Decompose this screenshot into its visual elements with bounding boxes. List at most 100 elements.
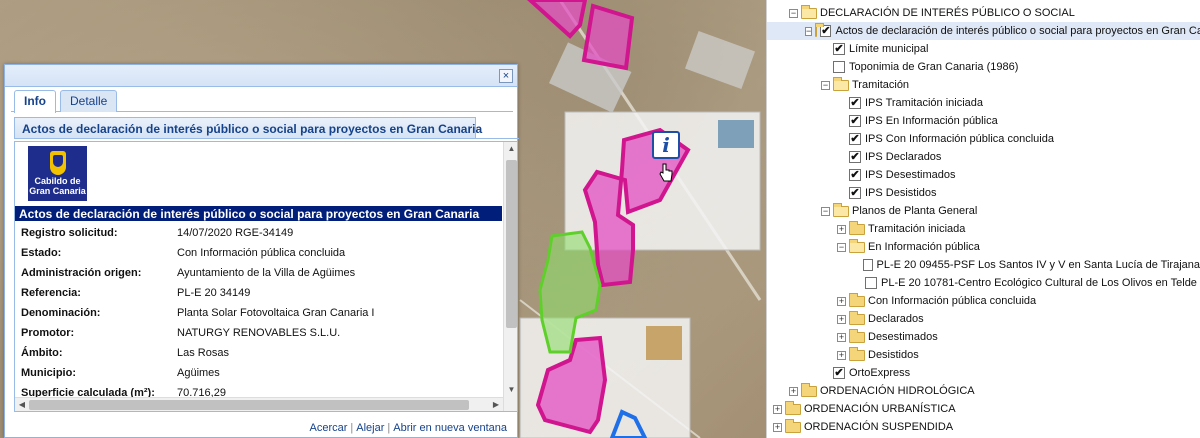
layer-checkbox[interactable]: ✔ bbox=[833, 367, 845, 379]
tree-node-label[interactable]: Desistidos bbox=[868, 349, 919, 361]
attribute-table: Registro solicitud: 14/07/2020 RGE-34149 E… bbox=[15, 222, 502, 402]
tree-folder-node[interactable]: + ORDENACIÓN URBANÍSTICA bbox=[767, 400, 1200, 418]
layer-checkbox[interactable]: ✔ bbox=[833, 43, 845, 55]
collapse-icon[interactable]: − bbox=[821, 206, 830, 216]
tree-layer-node[interactable]: ✔ IPS Tramitación iniciada bbox=[767, 94, 1200, 112]
layer-checkbox[interactable] bbox=[833, 61, 845, 73]
collapse-icon[interactable]: − bbox=[837, 242, 846, 252]
tree-node-label[interactable]: OrtoExpress bbox=[849, 367, 910, 379]
tree-folder-node[interactable]: + Desestimados bbox=[767, 328, 1200, 346]
tree-node-label[interactable]: IPS Con Información pública concluida bbox=[865, 133, 1054, 145]
tree-node-label[interactable]: ORDENACIÓN URBANÍSTICA bbox=[804, 403, 956, 415]
open-new-window-link[interactable]: Abrir en nueva ventana bbox=[393, 422, 507, 434]
tree-node-label[interactable]: En Información pública bbox=[868, 241, 980, 253]
tree-node-label[interactable]: Planos de Planta General bbox=[852, 205, 977, 217]
layer-checkbox[interactable] bbox=[862, 259, 873, 271]
tree-folder-node[interactable]: + Declarados bbox=[767, 310, 1200, 328]
layer-checkbox[interactable]: ✔ bbox=[849, 151, 861, 163]
record-title: Actos de declaración de interés público … bbox=[15, 206, 502, 221]
tree-node-label[interactable]: Límite municipal bbox=[849, 43, 928, 55]
tree-node-label[interactable]: IPS Declarados bbox=[865, 151, 941, 163]
tree-node-label[interactable]: PL-E 20 10781-Centro Ecológico Cultural … bbox=[881, 277, 1197, 289]
layer-subtab[interactable]: Actos de declaración de interés público … bbox=[14, 117, 482, 139]
collapse-icon[interactable]: − bbox=[789, 8, 798, 18]
collapse-icon[interactable]: − bbox=[821, 80, 830, 90]
tree-folder-node[interactable]: − Tramitación bbox=[767, 76, 1200, 94]
tree-folder-node[interactable]: + ORDENACIÓN SUSPENDIDA bbox=[767, 418, 1200, 436]
tree-node-label[interactable]: Declarados bbox=[868, 313, 924, 325]
vertical-scroll-thumb[interactable] bbox=[506, 160, 517, 328]
folder-open-icon bbox=[801, 4, 817, 19]
tree-node-label[interactable]: IPS Desestimados bbox=[865, 169, 955, 181]
collapse-icon[interactable]: − bbox=[805, 26, 813, 36]
tree-layer-node[interactable]: ✔ IPS Desestimados bbox=[767, 166, 1200, 184]
scroll-down-icon[interactable]: ▼ bbox=[504, 383, 517, 397]
tree-folder-node[interactable]: + ORDENACIÓN HIDROLÓGICA bbox=[767, 382, 1200, 400]
layer-checkbox[interactable] bbox=[865, 277, 877, 289]
tree-layer-node[interactable]: ✔ OrtoExpress bbox=[767, 364, 1200, 382]
tree-node-label[interactable]: Toponimia de Gran Canaria (1986) bbox=[849, 61, 1018, 73]
expand-icon[interactable]: + bbox=[837, 296, 846, 306]
scroll-up-icon[interactable]: ▲ bbox=[504, 142, 517, 156]
zoom-out-link[interactable]: Alejar bbox=[356, 422, 384, 434]
vertical-scrollbar[interactable]: ▲ ▼ bbox=[503, 142, 517, 411]
tree-node-label[interactable]: ORDENACIÓN SUSPENDIDA bbox=[804, 421, 953, 433]
layer-checkbox[interactable]: ✔ bbox=[849, 115, 861, 127]
expand-icon[interactable]: + bbox=[837, 314, 846, 324]
attribute-key: Referencia: bbox=[21, 287, 81, 299]
layer-checkbox[interactable]: ✔ bbox=[849, 187, 861, 199]
layer-checkbox[interactable]: ✔ bbox=[849, 169, 861, 181]
folder-icon bbox=[849, 346, 865, 361]
tree-node-label[interactable]: IPS En Información pública bbox=[865, 115, 998, 127]
popup-titlebar[interactable] bbox=[5, 65, 517, 87]
attribute-value: 14/07/2020 RGE-34149 bbox=[177, 227, 294, 239]
tree-folder-node[interactable]: − Planos de Planta General bbox=[767, 202, 1200, 220]
expand-icon[interactable]: + bbox=[837, 332, 846, 342]
tree-layer-node[interactable]: ✔ Límite municipal bbox=[767, 40, 1200, 58]
close-icon[interactable]: × bbox=[499, 69, 513, 83]
tree-node-label[interactable]: DECLARACIÓN DE INTERÉS PÚBLICO O SOCIAL bbox=[820, 7, 1075, 19]
expand-icon[interactable]: + bbox=[837, 350, 846, 360]
tree-node-label[interactable]: Desestimados bbox=[868, 331, 938, 343]
expand-icon[interactable]: + bbox=[837, 224, 846, 234]
tree-layer-node[interactable]: ✔ IPS Con Información pública concluida bbox=[767, 130, 1200, 148]
tree-layer-node[interactable]: ✔ IPS Desistidos bbox=[767, 184, 1200, 202]
tree-folder-node[interactable]: − En Información pública bbox=[767, 238, 1200, 256]
tree-layer-node[interactable]: ✔ IPS En Información pública bbox=[767, 112, 1200, 130]
tree-node-label[interactable]: ORDENACIÓN HIDROLÓGICA bbox=[820, 385, 975, 397]
tree-folder-node[interactable]: + Desistidos bbox=[767, 346, 1200, 364]
tree-node-label[interactable]: IPS Desistidos bbox=[865, 187, 937, 199]
tree-node-label[interactable]: Tramitación iniciada bbox=[868, 223, 965, 235]
attribute-value: Planta Solar Fotovoltaica Gran Canaria I bbox=[177, 307, 375, 319]
tree-node-label[interactable]: Actos de declaración de interés público … bbox=[835, 25, 1200, 37]
tree-folder-node[interactable]: + Tramitación iniciada bbox=[767, 220, 1200, 238]
tree-folder-node[interactable]: − ✔ Actos de declaración de interés públic… bbox=[767, 22, 1200, 40]
layer-checkbox[interactable]: ✔ bbox=[849, 97, 861, 109]
tree-layer-node[interactable]: Toponimia de Gran Canaria (1986) bbox=[767, 58, 1200, 76]
tab-info[interactable]: Info bbox=[14, 90, 56, 113]
horizontal-scrollbar[interactable]: ◀ ▶ bbox=[15, 397, 503, 411]
tree-node-label[interactable]: IPS Tramitación iniciada bbox=[865, 97, 983, 109]
tree-node-label[interactable]: PL-E 20 09455-PSF Los Santos IV y V en S… bbox=[877, 259, 1200, 271]
info-marker-icon[interactable]: i bbox=[652, 131, 680, 159]
tree-node-label[interactable]: Con Información pública concluida bbox=[868, 295, 1036, 307]
scroll-right-icon[interactable]: ▶ bbox=[489, 398, 503, 411]
scroll-left-icon[interactable]: ◀ bbox=[15, 398, 29, 411]
layer-tree: − DECLARACIÓN DE INTERÉS PÚBLICO O SOCIAL… bbox=[766, 0, 1200, 438]
logo-text-line-2: Gran Canaria bbox=[29, 186, 86, 196]
expand-icon[interactable]: + bbox=[789, 386, 798, 396]
tree-layer-node[interactable]: PL-E 20 09455-PSF Los Santos IV y V en S… bbox=[767, 256, 1200, 274]
zoom-in-link[interactable]: Acercar bbox=[310, 422, 348, 434]
tree-folder-node[interactable]: − DECLARACIÓN DE INTERÉS PÚBLICO O SOCIAL bbox=[767, 4, 1200, 22]
tree-node-label[interactable]: Tramitación bbox=[852, 79, 909, 91]
tree-layer-node[interactable]: ✔ IPS Declarados bbox=[767, 148, 1200, 166]
expand-icon[interactable]: + bbox=[773, 404, 782, 414]
tab-detalle[interactable]: Detalle bbox=[60, 90, 118, 112]
tree-layer-node[interactable]: PL-E 20 10781-Centro Ecológico Cultural … bbox=[767, 274, 1200, 292]
expand-icon[interactable]: + bbox=[773, 422, 782, 432]
layer-checkbox[interactable]: ✔ bbox=[820, 25, 832, 37]
attribute-key: Municipio: bbox=[21, 367, 76, 379]
horizontal-scroll-thumb[interactable] bbox=[29, 400, 469, 410]
tree-folder-node[interactable]: + Con Información pública concluida bbox=[767, 292, 1200, 310]
layer-checkbox[interactable]: ✔ bbox=[849, 133, 861, 145]
